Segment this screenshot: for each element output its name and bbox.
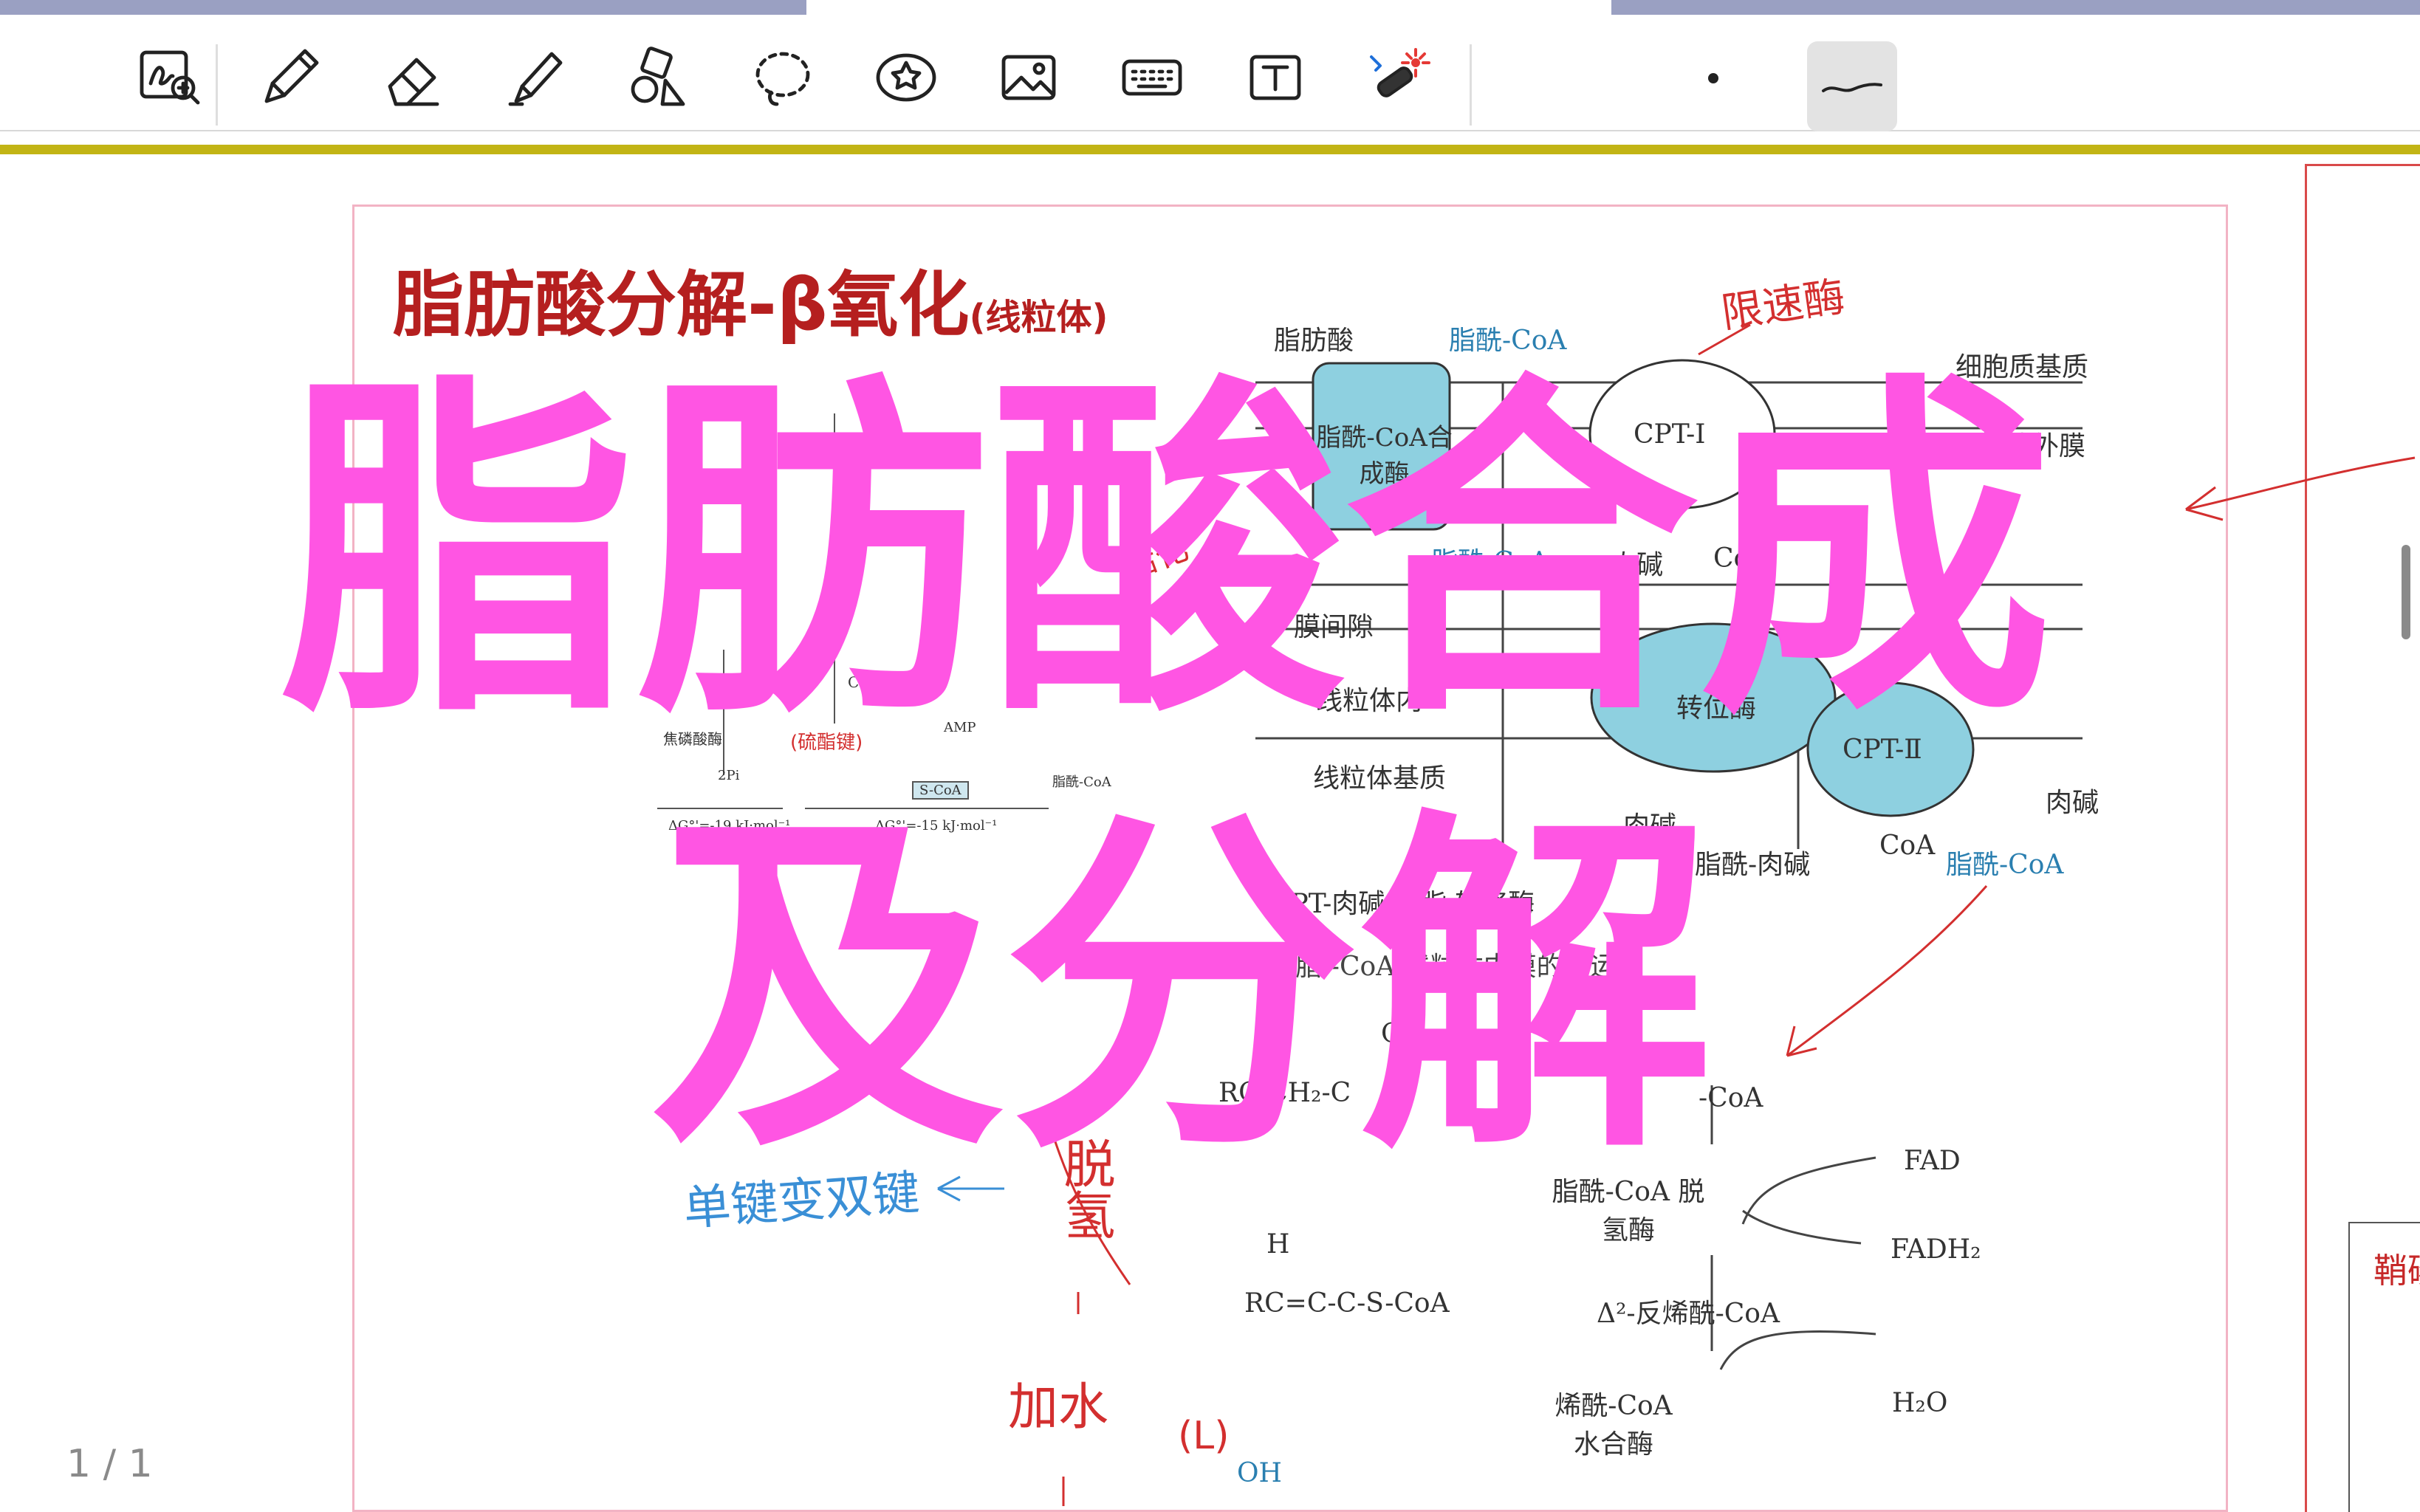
label-acyl-coa-3: 脂酰-CoA	[1946, 850, 2064, 880]
label-carnitine-2: 肉碱	[2046, 788, 2099, 818]
label-hydratase: 烯酰-CoA 水合酶	[1555, 1391, 1673, 1460]
label-h2o: H₂O	[1892, 1388, 1948, 1418]
overlay-title-line2: 及分解	[650, 783, 1713, 1195]
formula-rc: RC=C-C-S-CoA	[1244, 1288, 1450, 1319]
label-coa-2: CoA	[1879, 831, 1936, 861]
label-fadh2: FADH₂	[1891, 1234, 1981, 1265]
annotation-l-form: (L)	[1178, 1414, 1230, 1458]
label-fad: FAD	[1904, 1146, 1961, 1176]
formula-h-mark: H	[1266, 1229, 1290, 1260]
label-enoyl: Δ²-反烯酰-CoA	[1597, 1299, 1780, 1329]
vertical-scrollbar[interactable]	[2402, 545, 2410, 639]
page-indicator: 1 / 1	[66, 1442, 153, 1486]
annotation-hydration: 加水	[1008, 1378, 1109, 1437]
formula-oh: OH	[1237, 1458, 1282, 1488]
overlay-title-line1: 脂肪酸合成	[281, 347, 2053, 760]
label-2pi: 2Pi	[718, 768, 740, 783]
